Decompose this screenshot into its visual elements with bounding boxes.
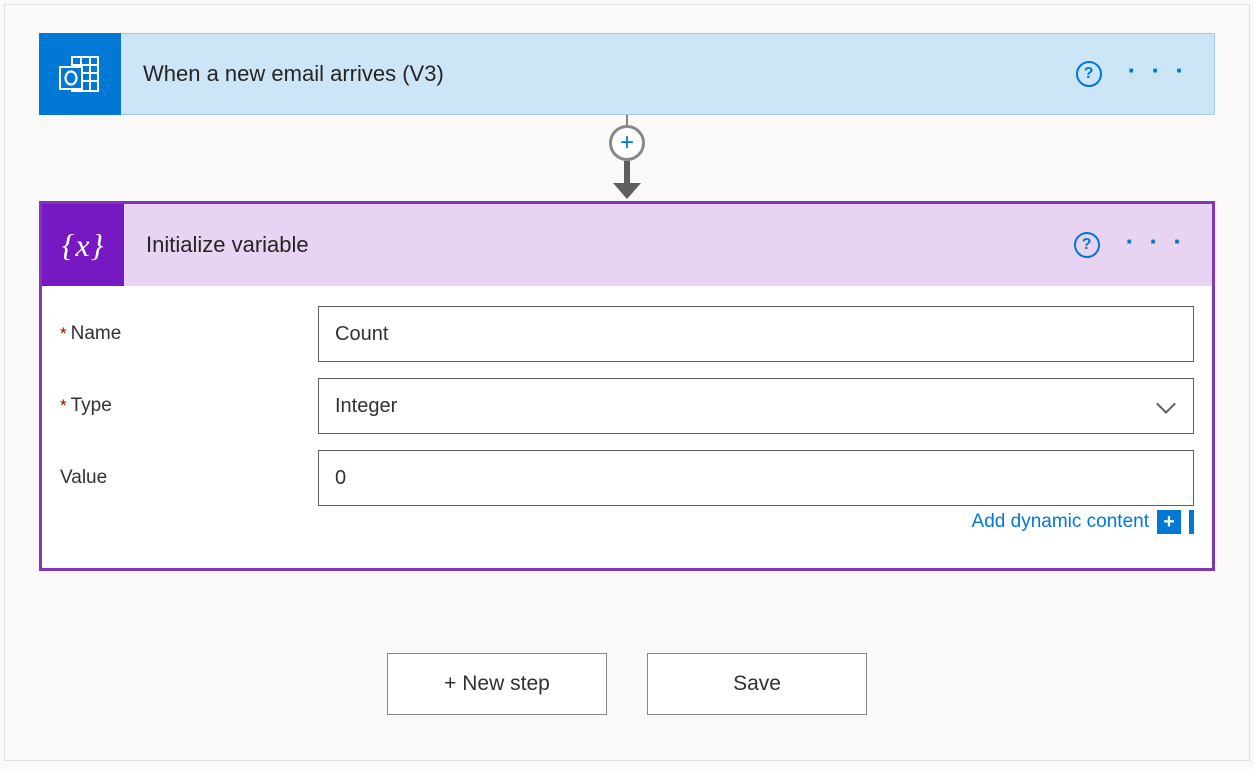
label-text: Name (71, 323, 122, 345)
value-input[interactable] (318, 450, 1194, 506)
more-menu-icon[interactable]: · · · (1126, 236, 1186, 254)
connector-arrow (613, 161, 641, 199)
insert-step-button[interactable]: + (609, 125, 645, 161)
action-header-actions: ? · · · (1074, 232, 1212, 258)
select-value: Integer (335, 395, 397, 418)
dynamic-content-handle[interactable] (1189, 510, 1194, 534)
field-label-name: * Name (60, 323, 318, 345)
label-text: Type (71, 395, 112, 417)
flow-designer-canvas: When a new email arrives (V3) ? · · · + … (4, 4, 1250, 761)
more-menu-icon[interactable]: · · · (1128, 65, 1188, 83)
connector-line (626, 115, 628, 125)
dynamic-content-row: Add dynamic content + (60, 510, 1194, 554)
plus-icon[interactable]: + (1157, 510, 1181, 534)
field-row-name: * Name (60, 306, 1194, 362)
field-label-value: Value (60, 467, 318, 489)
name-input[interactable] (318, 306, 1194, 362)
outlook-icon (39, 33, 121, 115)
help-icon[interactable]: ? (1076, 61, 1102, 87)
label-text: Value (60, 467, 107, 489)
trigger-header-actions: ? · · · (1076, 61, 1214, 87)
action-title: Initialize variable (124, 232, 1074, 258)
new-step-button[interactable]: + New step (387, 653, 607, 715)
save-button[interactable]: Save (647, 653, 867, 715)
trigger-card-email-arrives[interactable]: When a new email arrives (V3) ? · · · (39, 33, 1215, 115)
field-label-type: * Type (60, 395, 318, 417)
action-card-initialize-variable: {x} Initialize variable ? · · · * Name *… (39, 201, 1215, 571)
variable-icon: {x} (42, 204, 124, 286)
footer-buttons: + New step Save (39, 653, 1215, 715)
add-dynamic-content-link[interactable]: Add dynamic content (972, 511, 1149, 533)
required-marker: * (60, 396, 67, 416)
field-row-value: Value (60, 450, 1194, 506)
trigger-title: When a new email arrives (V3) (121, 61, 1076, 87)
field-row-type: * Type Integer (60, 378, 1194, 434)
help-icon[interactable]: ? (1074, 232, 1100, 258)
type-select[interactable]: Integer (318, 378, 1194, 434)
required-marker: * (60, 324, 67, 344)
action-body: * Name * Type Integer Value (42, 286, 1212, 568)
action-header[interactable]: {x} Initialize variable ? · · · (42, 204, 1212, 286)
connector: + (39, 115, 1215, 203)
chevron-down-icon (1155, 395, 1177, 417)
